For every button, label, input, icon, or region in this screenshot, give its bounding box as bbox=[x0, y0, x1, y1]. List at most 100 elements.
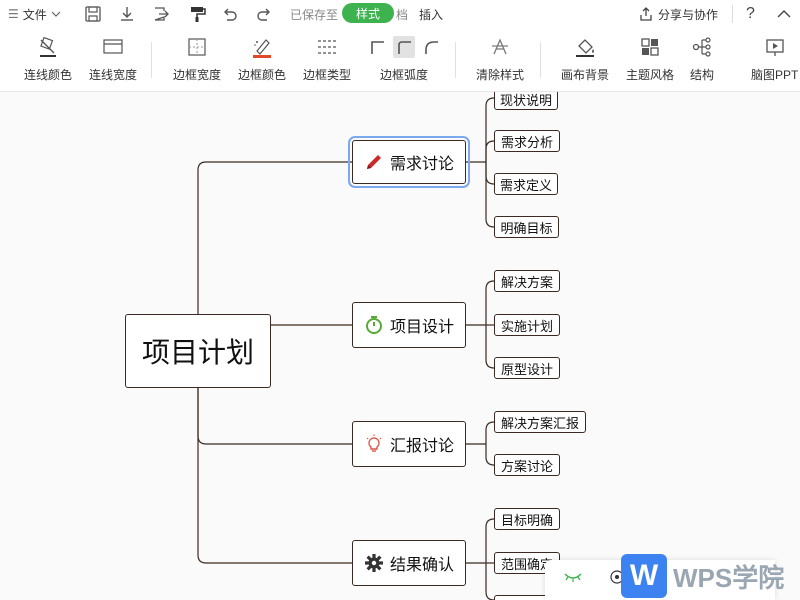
theme-style-label: 主题风格 bbox=[626, 68, 675, 82]
saved-status-tail-text: 档 bbox=[396, 7, 409, 22]
leaf-node-label: 实施计划 bbox=[500, 318, 553, 334]
saved-status: 已保存至 bbox=[290, 0, 338, 28]
hamburger-icon: ☰ bbox=[8, 7, 19, 21]
branch-node-confirm[interactable]: 结果确认 bbox=[352, 540, 466, 586]
leaf-node-label: 原型设计 bbox=[500, 361, 553, 377]
leaf-node-label: 现状说明 bbox=[499, 92, 552, 108]
presentation-icon bbox=[764, 36, 786, 58]
gear-icon bbox=[364, 553, 384, 573]
mindmap-ppt-label: 脑图PPT bbox=[751, 68, 799, 82]
leaf-node-label: 方案讨论 bbox=[500, 458, 553, 474]
branch-node-label: 汇报讨论 bbox=[389, 438, 454, 455]
canvas-background-button[interactable]: 画布背景 bbox=[561, 36, 609, 86]
leaf-node-label: 需求分析 bbox=[500, 134, 553, 150]
branch-node-label: 需求讨论 bbox=[389, 156, 454, 173]
leaf-node[interactable]: 需求分析 bbox=[494, 130, 560, 152]
border-width-button[interactable]: 边框宽度 bbox=[173, 36, 221, 86]
leaf-node[interactable]: 解决方案 bbox=[494, 270, 560, 292]
branch-node-design[interactable]: 项目设计 bbox=[352, 302, 466, 348]
help-icon-glyph: ? bbox=[746, 5, 755, 22]
structure-label: 结构 bbox=[690, 68, 715, 82]
file-menu-label: 文件 bbox=[22, 7, 47, 22]
help-icon[interactable]: ? bbox=[746, 0, 755, 28]
leaf-node-label: 解决方案 bbox=[500, 274, 553, 290]
tab-insert[interactable]: 插入 bbox=[419, 0, 443, 28]
corner-square-icon[interactable] bbox=[368, 38, 386, 56]
leaf-node[interactable]: 目标明确 bbox=[494, 508, 560, 530]
share-button-label: 分享与协作 bbox=[658, 7, 719, 22]
undo-icon[interactable] bbox=[221, 0, 239, 28]
leaf-node[interactable]: 现状说明 bbox=[494, 92, 558, 110]
wps-logo-glyph: W bbox=[629, 559, 659, 592]
leaf-node[interactable]: 明确目标 bbox=[494, 216, 559, 238]
clear-style-button[interactable]: 清除样式 bbox=[476, 36, 524, 86]
leaf-node[interactable]: 需求定义 bbox=[494, 173, 558, 195]
collapse-ribbon-icon[interactable] bbox=[776, 0, 792, 28]
line-color-label: 连线颜色 bbox=[24, 68, 73, 82]
leaf-node-label: 解决方案汇报 bbox=[500, 415, 579, 431]
leaf-node[interactable]: 方案讨论 bbox=[494, 454, 560, 476]
redo-icon[interactable] bbox=[255, 0, 273, 28]
share-button[interactable]: 分享与协作 bbox=[638, 0, 718, 28]
toolbar-divider bbox=[455, 42, 456, 78]
leaf-node[interactable]: 原型设计 bbox=[494, 357, 560, 379]
line-width-label: 连线宽度 bbox=[89, 68, 138, 82]
clear-style-label: 清除样式 bbox=[476, 68, 525, 82]
leaf-node[interactable]: 实施计划 bbox=[494, 314, 560, 336]
border-width-label: 边框宽度 bbox=[173, 68, 222, 82]
pencil-icon bbox=[364, 152, 384, 172]
wps-logo: W bbox=[621, 554, 667, 598]
export-icon[interactable] bbox=[152, 0, 170, 28]
save-icon[interactable] bbox=[84, 0, 102, 28]
format-painter-icon[interactable] bbox=[188, 0, 206, 28]
paint-bucket-icon bbox=[574, 36, 596, 58]
file-menu[interactable]: ☰ 文件 bbox=[8, 0, 61, 28]
line-color-button[interactable]: 连线颜色 bbox=[24, 36, 72, 86]
style-toolbar: 连线颜色 连线宽度 边框宽度 边框颜色 边框类型 边框弧度 清除样式 画布背景 … bbox=[0, 28, 800, 92]
corner-round-small-icon[interactable] bbox=[393, 36, 415, 58]
leaf-node-label: 需求定义 bbox=[499, 177, 552, 193]
floating-controls: W WPS学院 bbox=[545, 552, 800, 600]
leaf-node-label: 目标明确 bbox=[500, 512, 553, 528]
mindmap-canvas[interactable]: 项目计划 需求讨论 现状说明 需求分析 需求定义 明确目标 项目设计 解决方案 … bbox=[0, 92, 800, 600]
border-width-icon bbox=[186, 36, 208, 58]
tab-style-label: 样式 bbox=[355, 6, 380, 21]
leaf-node[interactable]: 解决方案汇报 bbox=[494, 411, 586, 433]
eye-hidden-icon[interactable] bbox=[563, 570, 583, 589]
border-color-button[interactable]: 边框颜色 bbox=[238, 36, 286, 86]
theme-style-button[interactable]: 主题风格 bbox=[626, 36, 674, 86]
border-color-icon bbox=[251, 36, 273, 58]
border-type-label: 边框类型 bbox=[303, 68, 352, 82]
root-node-label: 项目计划 bbox=[141, 337, 254, 368]
branch-node-requirements[interactable]: 需求讨论 bbox=[348, 136, 470, 188]
toolbar-divider bbox=[540, 42, 541, 78]
mindmap-ppt-button[interactable]: 脑图PPT bbox=[751, 36, 800, 86]
tab-style[interactable]: 样式 bbox=[342, 3, 394, 23]
menu-bar: ☰ 文件 已保存至 档 插入 分享与协作 ? bbox=[0, 0, 800, 28]
border-radius-button[interactable]: 边框弧度 bbox=[368, 36, 440, 86]
download-icon[interactable] bbox=[118, 0, 136, 28]
corner-round-large-icon[interactable] bbox=[422, 38, 440, 56]
clear-style-icon bbox=[489, 36, 511, 58]
canvas-background-label: 画布背景 bbox=[561, 68, 610, 82]
root-node[interactable]: 项目计划 bbox=[125, 314, 271, 388]
stopwatch-icon bbox=[364, 315, 384, 335]
chevron-down-icon bbox=[51, 11, 61, 17]
menubar-divider bbox=[732, 5, 733, 23]
border-type-button[interactable]: 边框类型 bbox=[303, 36, 351, 86]
structure-icon bbox=[691, 36, 713, 58]
border-radius-label: 边框弧度 bbox=[379, 68, 428, 82]
tab-insert-label: 插入 bbox=[419, 7, 444, 22]
share-icon bbox=[640, 7, 652, 21]
saved-status-tail: 档 bbox=[396, 0, 408, 28]
wps-watermark-label: WPS学院 bbox=[673, 562, 785, 593]
structure-button[interactable]: 结构 bbox=[690, 36, 714, 86]
border-radius-icons bbox=[368, 36, 440, 58]
line-width-button[interactable]: 连线宽度 bbox=[89, 36, 137, 86]
branch-node-report[interactable]: 汇报讨论 bbox=[352, 421, 466, 467]
border-type-icon bbox=[316, 36, 338, 58]
branch-node-label: 结果确认 bbox=[389, 557, 454, 574]
line-width-icon bbox=[102, 36, 124, 58]
toolbar-divider bbox=[151, 42, 152, 78]
border-color-label: 边框颜色 bbox=[238, 68, 287, 82]
